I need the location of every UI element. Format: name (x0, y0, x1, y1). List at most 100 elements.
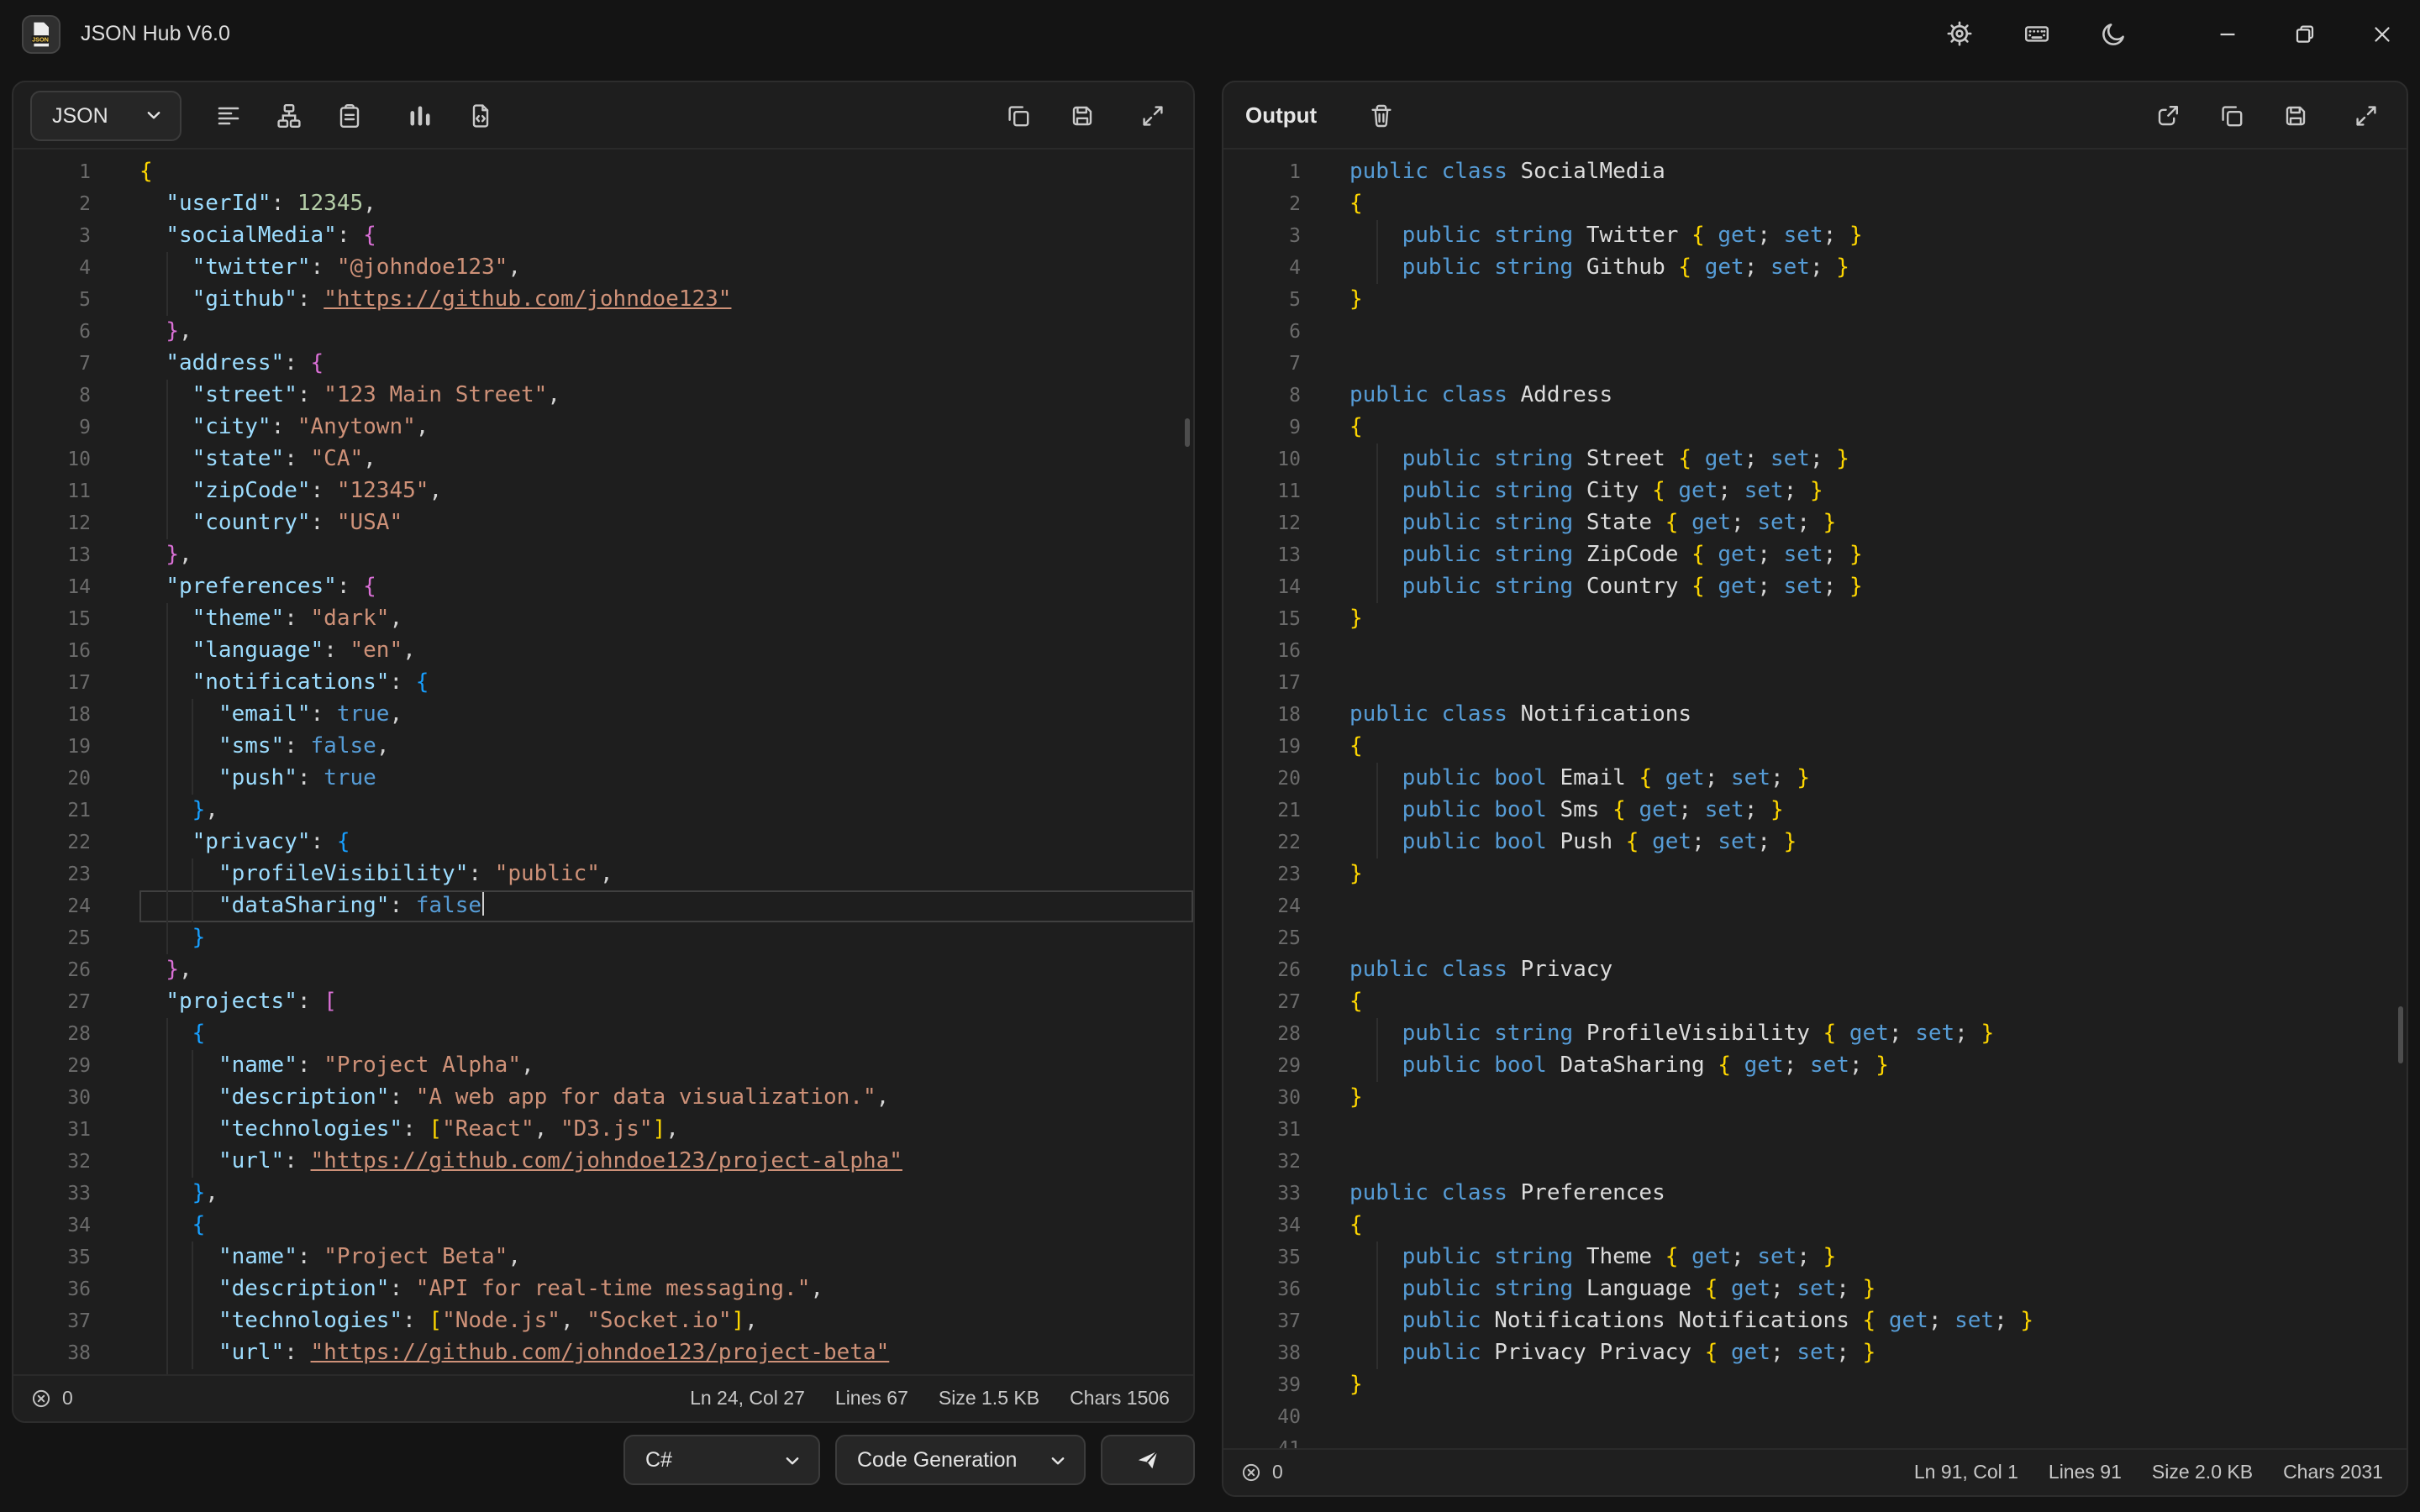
code-line[interactable]: 15} (1223, 603, 2407, 635)
code-line[interactable]: 34{ (1223, 1210, 2407, 1242)
code-line[interactable]: 19{ (1223, 731, 2407, 763)
share-button[interactable] (2144, 92, 2191, 139)
expand-button[interactable] (1129, 92, 1176, 139)
code-line[interactable]: 30 "description": "A web app for data vi… (13, 1082, 1193, 1114)
code-line[interactable]: 31 (1223, 1114, 2407, 1146)
code-line[interactable]: 3 public string Twitter { get; set; } (1223, 220, 2407, 252)
copy-button[interactable] (995, 92, 1042, 139)
code-line[interactable]: 16 (1223, 635, 2407, 667)
code-line[interactable]: 9 "city": "Anytown", (13, 412, 1193, 444)
code-line[interactable]: 31 "technologies": ["React", "D3.js"], (13, 1114, 1193, 1146)
minimize-button[interactable] (2188, 0, 2265, 67)
code-line[interactable]: 14 "preferences": { (13, 571, 1193, 603)
tree-view-button[interactable] (266, 92, 313, 139)
code-line[interactable]: 15 "theme": "dark", (13, 603, 1193, 635)
clear-output-button[interactable] (1357, 92, 1404, 139)
code-line[interactable]: 7 (1223, 348, 2407, 380)
code-line[interactable]: 29 public bool DataSharing { get; set; } (1223, 1050, 2407, 1082)
code-line[interactable]: 9{ (1223, 412, 2407, 444)
code-line[interactable]: 10 public string Street { get; set; } (1223, 444, 2407, 475)
code-line[interactable]: 28 { (13, 1018, 1193, 1050)
code-line[interactable]: 5 "github": "https://github.com/johndoe1… (13, 284, 1193, 316)
code-line[interactable]: 38 "url": "https://github.com/johndoe123… (13, 1337, 1193, 1369)
scrollbar-thumb[interactable] (2398, 1006, 2403, 1063)
code-line[interactable]: 26public class Privacy (1223, 954, 2407, 986)
code-line[interactable]: 3 "socialMedia": { (13, 220, 1193, 252)
save-button[interactable] (1059, 92, 1106, 139)
code-line[interactable]: 20 public bool Email { get; set; } (1223, 763, 2407, 795)
keyboard-button[interactable] (2013, 0, 2060, 67)
close-button[interactable] (2343, 0, 2420, 67)
paste-button[interactable] (326, 92, 373, 139)
maximize-button[interactable] (2265, 0, 2343, 67)
code-line[interactable]: 20 "push": true (13, 763, 1193, 795)
code-line[interactable]: 14 public string Country { get; set; } (1223, 571, 2407, 603)
code-line[interactable]: 8public class Address (1223, 380, 2407, 412)
code-line[interactable]: 21 }, (13, 795, 1193, 827)
stats-button[interactable] (397, 92, 444, 139)
code-line[interactable]: 22 public bool Push { get; set; } (1223, 827, 2407, 858)
convert-button[interactable] (457, 92, 504, 139)
code-line[interactable]: 16 "language": "en", (13, 635, 1193, 667)
save-output-button[interactable] (2272, 92, 2319, 139)
code-line[interactable]: 13 }, (13, 539, 1193, 571)
code-line[interactable]: 26 }, (13, 954, 1193, 986)
target-language-select[interactable]: C# (623, 1435, 820, 1485)
json-editor[interactable]: 1{2 "userId": 12345,3 "socialMedia": {4 … (13, 150, 1193, 1374)
code-line[interactable]: 8 "street": "123 Main Street", (13, 380, 1193, 412)
code-line[interactable]: 19 "sms": false, (13, 731, 1193, 763)
code-line[interactable]: 4 public string Github { get; set; } (1223, 252, 2407, 284)
code-line[interactable]: 24 (1223, 890, 2407, 922)
code-line[interactable]: 41 (1223, 1433, 2407, 1448)
code-line[interactable]: 13 public string ZipCode { get; set; } (1223, 539, 2407, 571)
code-line[interactable]: 22 "privacy": { (13, 827, 1193, 858)
code-line[interactable]: 1{ (13, 156, 1193, 188)
code-line[interactable]: 40 (1223, 1401, 2407, 1433)
code-line[interactable]: 25 } (13, 922, 1193, 954)
copy-output-button[interactable] (2208, 92, 2255, 139)
format-button[interactable] (205, 92, 252, 139)
code-line[interactable]: 35 public string Theme { get; set; } (1223, 1242, 2407, 1273)
code-line[interactable]: 23 "profileVisibility": "public", (13, 858, 1193, 890)
code-line[interactable]: 18 "email": true, (13, 699, 1193, 731)
code-line[interactable]: 36 "description": "API for real-time mes… (13, 1273, 1193, 1305)
code-line[interactable]: 17 "notifications": { (13, 667, 1193, 699)
code-line[interactable]: 2{ (1223, 188, 2407, 220)
code-line[interactable]: 11 "zipCode": "12345", (13, 475, 1193, 507)
code-line[interactable]: 7 "address": { (13, 348, 1193, 380)
code-line[interactable]: 29 "name": "Project Alpha", (13, 1050, 1193, 1082)
code-line[interactable]: 6 }, (13, 316, 1193, 348)
code-line[interactable]: 27 "projects": [ (13, 986, 1193, 1018)
code-line[interactable]: 28 public string ProfileVisibility { get… (1223, 1018, 2407, 1050)
code-line[interactable]: 6 (1223, 316, 2407, 348)
code-line[interactable]: 23} (1223, 858, 2407, 890)
code-line[interactable]: 39} (1223, 1369, 2407, 1401)
code-line[interactable]: 12 "country": "USA" (13, 507, 1193, 539)
settings-button[interactable] (1936, 0, 1983, 67)
code-line[interactable]: 5} (1223, 284, 2407, 316)
code-line[interactable]: 35 "name": "Project Beta", (13, 1242, 1193, 1273)
code-line[interactable]: 17 (1223, 667, 2407, 699)
scrollbar-thumb[interactable] (1185, 418, 1190, 447)
code-line[interactable]: 25 (1223, 922, 2407, 954)
code-line[interactable]: 12 public string State { get; set; } (1223, 507, 2407, 539)
code-line[interactable]: 30} (1223, 1082, 2407, 1114)
code-line[interactable]: 11 public string City { get; set; } (1223, 475, 2407, 507)
code-line[interactable]: 37 public Notifications Notifications { … (1223, 1305, 2407, 1337)
code-line[interactable]: 36 public string Language { get; set; } (1223, 1273, 2407, 1305)
code-line[interactable]: 27{ (1223, 986, 2407, 1018)
output-editor[interactable]: 1public class SocialMedia2{3 public stri… (1223, 150, 2407, 1448)
code-line[interactable]: 18public class Notifications (1223, 699, 2407, 731)
code-line[interactable]: 2 "userId": 12345, (13, 188, 1193, 220)
expand-output-button[interactable] (2343, 92, 2390, 139)
language-select[interactable]: JSON (30, 90, 182, 140)
code-line[interactable]: 37 "technologies": ["Node.js", "Socket.i… (13, 1305, 1193, 1337)
code-line[interactable]: 1public class SocialMedia (1223, 156, 2407, 188)
code-line[interactable]: 4 "twitter": "@johndoe123", (13, 252, 1193, 284)
code-line[interactable]: 32 "url": "https://github.com/johndoe123… (13, 1146, 1193, 1178)
code-line[interactable]: 33public class Preferences (1223, 1178, 2407, 1210)
code-line[interactable]: 32 (1223, 1146, 2407, 1178)
code-line[interactable]: 33 }, (13, 1178, 1193, 1210)
code-line[interactable]: 10 "state": "CA", (13, 444, 1193, 475)
code-line[interactable]: 21 public bool Sms { get; set; } (1223, 795, 2407, 827)
